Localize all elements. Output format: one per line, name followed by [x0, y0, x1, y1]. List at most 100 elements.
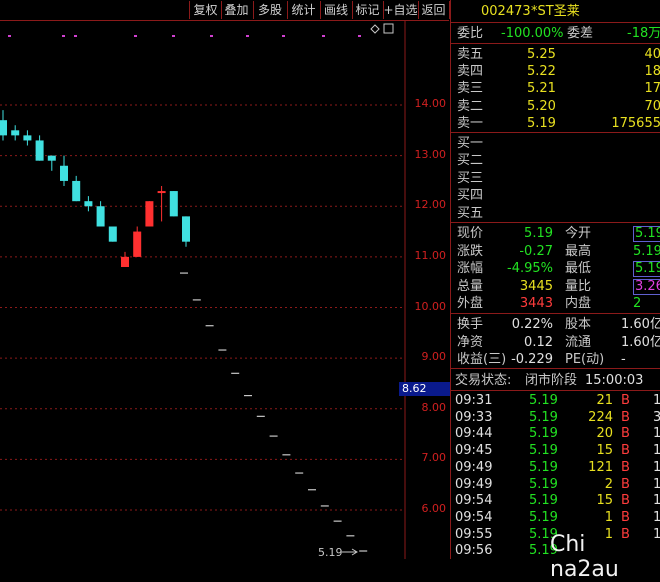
sell-level-row: 卖五 5.25 40 [451, 46, 660, 63]
marker-dot [172, 35, 175, 37]
stat-label: 总量 [457, 278, 484, 294]
fund-value: 1.60亿 [621, 334, 660, 350]
toolbar-button[interactable]: 多股 [253, 1, 288, 19]
toolbar-button[interactable]: 统计 [287, 1, 321, 19]
stat-row: 外盘 3443 内盘 2 [451, 295, 660, 312]
marker-dot [62, 35, 65, 37]
marker-dot [322, 35, 325, 37]
candle-body [145, 201, 154, 227]
tick-time: 09:55 [455, 526, 493, 542]
candle-body [47, 155, 56, 161]
tick-volume: 224 [588, 409, 613, 425]
stat-value: 3.26 [633, 278, 660, 295]
tick-count: 3 [653, 409, 660, 425]
y-tick-label: 6.00 [421, 502, 447, 515]
level-label: 买一 [457, 136, 484, 151]
fund-label: PE(动) [565, 352, 605, 368]
buy-level-row: 买三 [451, 170, 660, 187]
tick-row[interactable]: 09:54 5.19 15 B 1 [451, 492, 660, 509]
sell-level-row: 卖三 5.21 17 [451, 80, 660, 97]
toolbar-button[interactable]: +自选 [383, 1, 419, 19]
toolbar-button[interactable]: 返回 [418, 1, 450, 19]
stat-label: 现价 [457, 226, 484, 241]
tick-time: 09:44 [455, 426, 493, 442]
marker-dot [282, 35, 285, 37]
tick-side: B [621, 476, 630, 492]
stat-value: 5.19 [633, 243, 660, 259]
level-label: 卖一 [457, 115, 484, 131]
candle-body [35, 140, 44, 161]
fund-label: 收益(三) [457, 352, 507, 368]
marker-dot [74, 35, 77, 37]
level-label: 买四 [457, 188, 484, 204]
candle-body [133, 231, 142, 257]
tick-side: B [621, 393, 630, 408]
level-label: 卖三 [457, 81, 484, 97]
sell-level-row: 卖二 5.20 70 [451, 98, 660, 115]
level-label: 买二 [457, 153, 484, 169]
weibi-value: -100.00% [501, 26, 564, 41]
toolbar-button[interactable]: 叠加 [220, 1, 254, 19]
fund-value: 0.12 [524, 334, 553, 350]
tick-count: 1 [653, 509, 660, 525]
marker-dot [134, 35, 137, 37]
tick-count: 1 [653, 443, 660, 459]
fund-row: 换手 0.22% 股本 1.60亿 [451, 316, 660, 333]
fund-value: - [621, 352, 626, 368]
tick-side: B [621, 459, 630, 475]
tick-row[interactable]: 09:45 5.19 15 B 1 [451, 442, 660, 459]
tick-row[interactable]: 09:31 5.19 21 B 1 [451, 392, 660, 409]
tick-time: 09:33 [455, 409, 493, 425]
tick-time: 09:56 [455, 543, 493, 559]
stat-value: 5.19 [633, 226, 660, 242]
fund-label: 换手 [457, 317, 484, 332]
tick-row[interactable]: 09:54 5.19 1 B 1 [451, 509, 660, 526]
current-price-flag: 8.62 [399, 382, 450, 396]
weicha-value: -18万 [627, 26, 660, 41]
level-price: 5.22 [527, 64, 556, 80]
stat-row: 总量 3445 量比 3.26 [451, 278, 660, 295]
sell-level-row: 卖一 5.19 175655 [451, 115, 660, 132]
stat-label: 外盘 [457, 296, 484, 312]
stat-value: 2 [633, 296, 642, 312]
tick-row[interactable]: 09:33 5.19 224 B 3 [451, 409, 660, 426]
stat-value: 3443 [519, 296, 553, 312]
toolbar-button[interactable]: 复权 [189, 1, 222, 19]
tick-time: 09:54 [455, 493, 493, 509]
toolbar: 复权 叠加 多股 统计 画线 标记 +自选 返回 [0, 0, 450, 21]
tick-volume: 20 [596, 426, 613, 442]
kline-chart[interactable]: 5.19 14.00 13.00 12.00 11.00 10.00 9.00 8.00 7.… [0, 20, 450, 559]
tick-price: 5.19 [529, 393, 558, 408]
stat-row: 涨幅 -4.95% 最低 5.19 [451, 260, 660, 278]
tick-side: B [621, 426, 630, 442]
square-icon [383, 23, 394, 34]
buy-level-row: 买五 [451, 205, 660, 222]
tick-time: 09:31 [455, 393, 493, 408]
toolbar-button[interactable]: 标记 [352, 1, 384, 19]
tick-row[interactable]: 09:49 5.19 2 B 1 [451, 476, 660, 493]
candle-body [121, 256, 129, 267]
candle-body [169, 191, 178, 217]
kline-svg[interactable]: 5.19 [0, 20, 449, 559]
level-volume: 70 [644, 98, 660, 114]
last-price-label: 5.19 [318, 546, 343, 559]
tick-row[interactable]: 09:44 5.19 20 B 1 [451, 425, 660, 442]
stat-value: -4.95% [507, 261, 553, 277]
y-tick-label: 12.00 [414, 198, 447, 212]
y-tick-label: 10.00 [414, 299, 447, 313]
level-label: 买五 [457, 205, 484, 221]
watermark: Chi na2au [550, 532, 619, 582]
tick-row[interactable]: 09:49 5.19 121 B 1 [451, 459, 660, 476]
y-tick-label: 9.00 [421, 350, 447, 364]
y-tick-label: 8.00 [421, 400, 447, 414]
level-volume: 175655 [611, 115, 660, 131]
candle-body [84, 201, 93, 207]
y-tick-label: 14.00 [414, 97, 447, 110]
toolbar-button[interactable]: 画线 [320, 1, 353, 19]
stock-code: 002473 [481, 4, 531, 19]
tick-time: 09:49 [455, 476, 493, 492]
stat-label: 涨幅 [457, 261, 484, 277]
stat-value: 3445 [519, 278, 553, 294]
tick-price: 5.19 [529, 426, 558, 442]
fund-value: 0.22% [511, 317, 553, 332]
